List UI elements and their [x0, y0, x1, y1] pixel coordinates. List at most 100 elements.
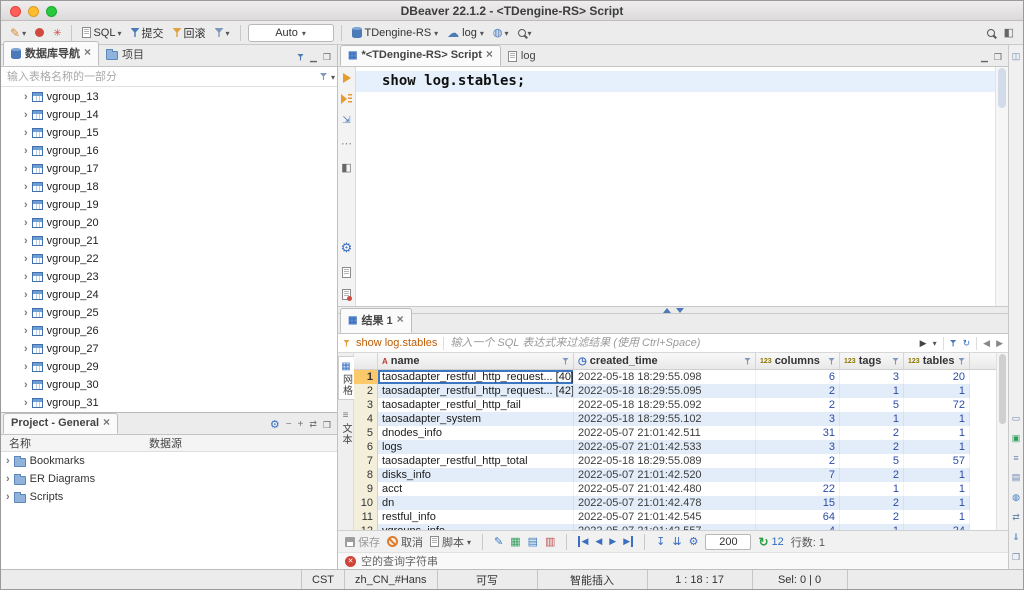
columns-cell[interactable]: 3 — [756, 412, 840, 426]
collapse-icon[interactable]: − — [286, 419, 292, 430]
grid-row[interactable]: 3 taosadapter_restful_http_fail 2022-05-… — [354, 398, 996, 412]
tables-cell[interactable]: 1 — [904, 510, 970, 524]
columns-cell[interactable]: 15 — [756, 496, 840, 510]
created-time-cell[interactable]: 2022-05-07 21:01:42.480 — [574, 482, 756, 496]
name-cell[interactable]: taosadapter_system — [378, 412, 574, 426]
project-item[interactable]: Bookmarks — [1, 452, 337, 470]
name-cell[interactable]: acct — [378, 482, 574, 496]
chevron-down-icon[interactable] — [933, 337, 937, 349]
calc-panel-icon[interactable]: ≡ — [1013, 453, 1018, 463]
execute-statement-button[interactable] — [343, 73, 351, 83]
name-cell[interactable]: taosadapter_restful_http_request... [40] — [378, 370, 574, 384]
name-cell[interactable]: disks_info — [378, 468, 574, 482]
created-time-cell[interactable]: 2022-05-18 18:29:55.095 — [574, 384, 756, 398]
filter-icon[interactable] — [828, 358, 835, 365]
expand-chevron-icon[interactable] — [24, 361, 28, 373]
tags-cell[interactable]: 2 — [840, 468, 904, 482]
name-cell[interactable]: dn — [378, 496, 574, 510]
more-actions-button[interactable] — [341, 137, 352, 150]
outline-icon[interactable]: ◫ — [1012, 51, 1021, 62]
tree-item-vgroup[interactable]: vgroup_31 — [1, 394, 337, 412]
tables-cell[interactable]: 1 — [904, 440, 970, 454]
grid-row[interactable]: 4 taosadapter_system 2022-05-18 18:29:55… — [354, 412, 996, 426]
tables-cell[interactable]: 1 — [904, 468, 970, 482]
maximize-panel-icon[interactable] — [323, 419, 331, 431]
close-icon[interactable] — [486, 49, 493, 61]
add-row-button[interactable]: ▦ — [510, 535, 520, 548]
collapse-down-icon[interactable] — [676, 308, 684, 313]
filter-icon[interactable] — [562, 358, 569, 365]
maximize-icon[interactable]: ❒ — [1012, 552, 1020, 563]
filter-icon[interactable] — [892, 358, 899, 365]
apply-filter-button[interactable]: ▶ — [920, 338, 927, 349]
name-cell[interactable]: restful_info — [378, 510, 574, 524]
maximize-panel-icon[interactable] — [994, 51, 1002, 63]
created-time-cell[interactable]: 2022-05-18 18:29:55.102 — [574, 412, 756, 426]
scrollbar-thumb[interactable] — [999, 354, 1006, 424]
columns-cell[interactable]: 6 — [756, 370, 840, 384]
editor-text-area[interactable]: show log.stables; — [356, 67, 995, 306]
created-time-cell[interactable]: 2022-05-18 18:29:55.089 — [574, 454, 756, 468]
tree-item-vgroup[interactable]: vgroup_20 — [1, 214, 337, 232]
tables-cell[interactable]: 1 — [904, 426, 970, 440]
tree-item-vgroup[interactable]: vgroup_26 — [1, 322, 337, 340]
history-forward-icon[interactable]: ▶ — [996, 338, 1003, 349]
tab-sql-script[interactable]: *<TDengine-RS> Script — [340, 45, 501, 66]
column-header-datasource[interactable]: 数据源 — [149, 435, 337, 451]
filter-icon[interactable] — [297, 54, 304, 61]
tab-results-1[interactable]: 结果 1 — [340, 308, 412, 333]
grid-row[interactable]: 5 dnodes_info 2022-05-07 21:01:42.511 31… — [354, 426, 996, 440]
last-row-button[interactable]: ▶ — [623, 536, 633, 547]
refresh-filter-icon[interactable]: ↻ — [963, 338, 971, 349]
expand-chevron-icon[interactable] — [24, 289, 28, 301]
table-name-filter-input[interactable] — [3, 69, 316, 85]
name-cell[interactable]: taosadapter_restful_http_request... [42] — [378, 384, 574, 398]
catalog-button[interactable] — [490, 24, 512, 41]
columns-cell[interactable]: 7 — [756, 468, 840, 482]
value-viewer-icon[interactable]: ▣ — [1012, 433, 1021, 444]
open-file-button[interactable] — [342, 267, 351, 278]
expand-chevron-icon[interactable] — [24, 163, 28, 175]
expand-chevron-icon[interactable] — [24, 271, 28, 283]
source-query-text[interactable]: show log.stables — [356, 337, 437, 349]
gear-icon[interactable] — [270, 418, 280, 431]
expand-icon[interactable]: + — [298, 419, 304, 430]
tags-cell[interactable]: 2 — [840, 496, 904, 510]
quick-search-button[interactable] — [515, 25, 535, 41]
name-cell[interactable]: taosadapter_restful_http_fail — [378, 398, 574, 412]
grid-row[interactable]: 8 disks_info 2022-05-07 21:01:42.520 7 2… — [354, 468, 996, 482]
row-number-cell[interactable]: 7 — [354, 454, 378, 468]
toggle-panel-button[interactable] — [341, 161, 351, 174]
fetch-size-input[interactable] — [705, 534, 751, 550]
grid-settings-button[interactable] — [689, 535, 699, 548]
tree-item-vgroup[interactable]: vgroup_23 — [1, 268, 337, 286]
explain-plan-button[interactable]: ⇲ — [342, 115, 350, 126]
tree-item-vgroup[interactable]: vgroup_22 — [1, 250, 337, 268]
minimize-panel-icon[interactable] — [981, 51, 988, 63]
tables-cell[interactable]: 57 — [904, 454, 970, 468]
column-header-created-time[interactable]: created_time — [574, 353, 756, 369]
expand-chevron-icon[interactable] — [6, 455, 10, 467]
fetch-next-page-button[interactable] — [656, 535, 665, 548]
history-back-icon[interactable]: ◀ — [983, 338, 990, 349]
grid-row[interactable]: 9 acct 2022-05-07 21:01:42.480 22 1 1 — [354, 482, 996, 496]
refresh-button[interactable]: 12 — [758, 535, 783, 549]
tables-cell[interactable]: 1 — [904, 412, 970, 426]
save-file-button[interactable] — [342, 289, 351, 300]
expand-chevron-icon[interactable] — [24, 253, 28, 265]
name-cell[interactable]: dnodes_info — [378, 426, 574, 440]
tree-item-vgroup[interactable]: vgroup_21 — [1, 232, 337, 250]
save-button[interactable]: 保存 — [345, 534, 380, 550]
tags-cell[interactable]: 2 — [840, 426, 904, 440]
tab-project-general[interactable]: Project - General — [3, 413, 118, 434]
tags-cell[interactable]: 2 — [840, 440, 904, 454]
tags-cell[interactable]: 5 — [840, 454, 904, 468]
cancel-button[interactable]: 取消 — [387, 534, 423, 550]
expand-chevron-icon[interactable] — [24, 109, 28, 121]
tables-cell[interactable]: 1 — [904, 384, 970, 398]
open-connection-button[interactable] — [32, 26, 47, 39]
row-number-cell[interactable]: 11 — [354, 510, 378, 524]
first-row-button[interactable]: ◀ — [578, 536, 588, 547]
columns-cell[interactable]: 31 — [756, 426, 840, 440]
expand-chevron-icon[interactable] — [6, 473, 10, 485]
